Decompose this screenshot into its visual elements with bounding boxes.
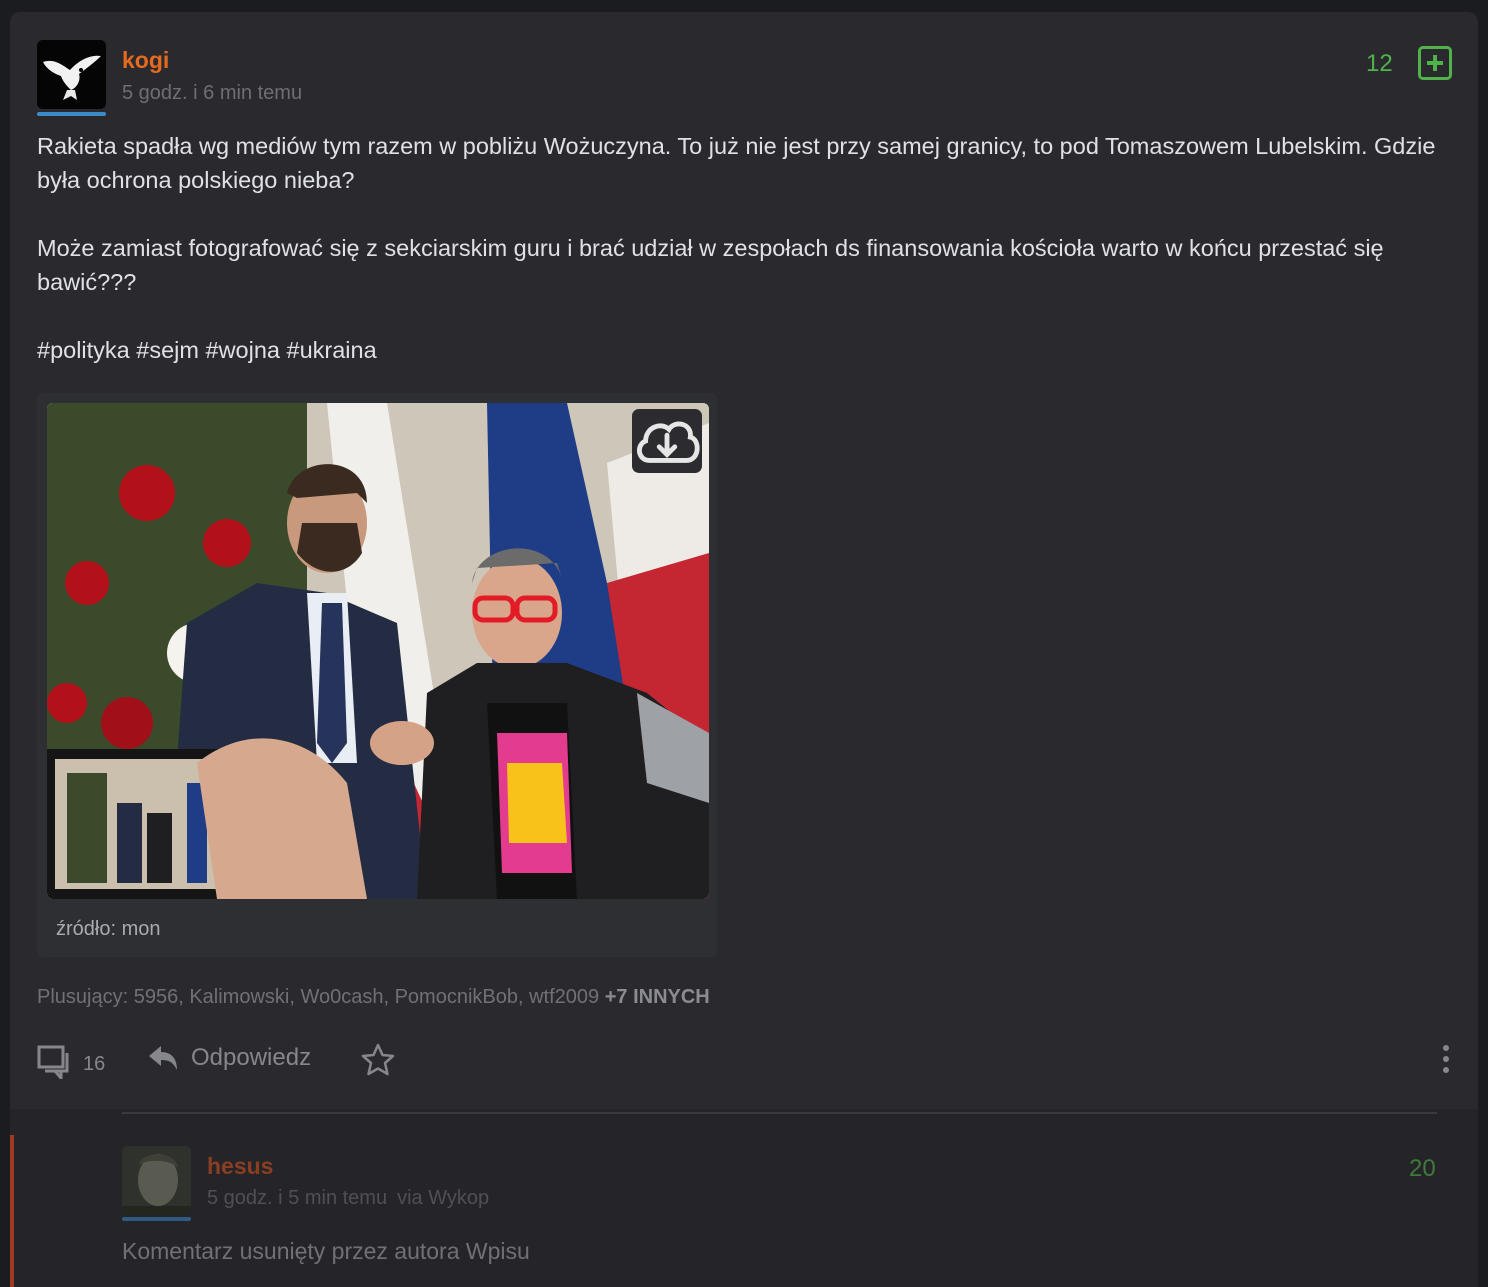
post-tags: #polityka #sejm #wojna #ukraina — [37, 333, 1457, 367]
post-image-container: źródło: mon — [37, 393, 717, 957]
avatar-underline — [122, 1217, 191, 1221]
comments-icon — [37, 1045, 69, 1079]
comment-via[interactable]: via Wykop — [397, 1187, 489, 1209]
eagle-avatar-image — [37, 40, 106, 109]
post-actions: 16 Odpowiedz — [37, 1043, 1457, 1083]
image-source: źródło: mon — [56, 918, 161, 940]
comment-author-avatar[interactable] — [122, 1146, 191, 1215]
more-dots-icon[interactable] — [1439, 1045, 1453, 1077]
favourite-button[interactable] — [361, 1043, 395, 1077]
comment-meta: 5 godz. i 5 min temu via Wykop — [207, 1187, 489, 1210]
divider — [122, 1112, 1437, 1114]
portrait-avatar-image — [122, 1146, 191, 1215]
plus-icon[interactable] — [1418, 46, 1452, 80]
post-timestamp[interactable]: 5 godz. i 6 min temu — [122, 82, 302, 105]
star-icon — [361, 1043, 395, 1076]
comment-timestamp[interactable]: 5 godz. i 5 min temu — [207, 1187, 387, 1209]
reply-icon — [149, 1046, 177, 1070]
comment-vote-count: 20 — [1409, 1155, 1436, 1182]
reply-label: Odpowiedz — [191, 1044, 312, 1071]
post-author[interactable]: kogi — [122, 47, 169, 74]
post-paragraph: Rakieta spadła wg mediów tym razem w pob… — [37, 133, 1436, 193]
photo-illustration — [47, 403, 709, 899]
reply-button[interactable]: Odpowiedz — [147, 1044, 311, 1072]
author-avatar[interactable] — [37, 40, 106, 109]
vote-count: 12 — [1366, 50, 1393, 77]
comment-author[interactable]: hesus — [207, 1153, 273, 1180]
post-body: Rakieta spadła wg mediów tym razem w pob… — [37, 129, 1457, 401]
cloud-download-glyph — [637, 421, 700, 463]
voters-list: Plusujący: 5956, Kalimowski, Wo0cash, Po… — [37, 986, 710, 1009]
comments-button[interactable]: 16 — [37, 1043, 105, 1079]
comment-text: Komentarz usunięty przez autora Wpisu — [122, 1238, 530, 1264]
tag-link[interactable]: #ukraina — [287, 337, 377, 363]
post-paragraph: Może zamiast fotografować się z sekciars… — [37, 235, 1384, 295]
avatar-underline — [37, 112, 106, 116]
comment-indicator-bar — [10, 1135, 14, 1287]
voters-more[interactable]: +7 INNYCH — [605, 986, 710, 1008]
voters-names[interactable]: Plusujący: 5956, Kalimowski, Wo0cash, Po… — [37, 986, 599, 1008]
tag-link[interactable]: #polityka — [37, 337, 130, 363]
tag-link[interactable]: #wojna — [206, 337, 280, 363]
download-cloud-icon[interactable] — [632, 409, 702, 473]
tag-link[interactable]: #sejm — [136, 337, 199, 363]
post-image[interactable] — [47, 403, 709, 899]
comment-count: 16 — [83, 1052, 106, 1075]
